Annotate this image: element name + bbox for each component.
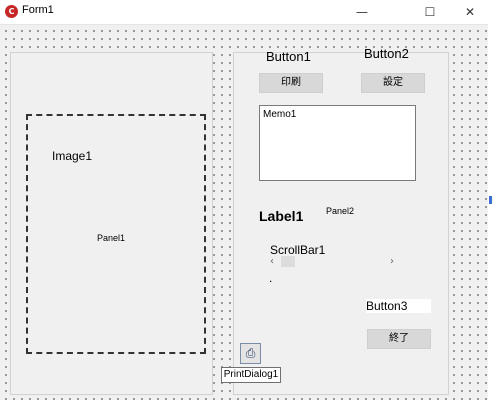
printer-icon[interactable]: ⎙ xyxy=(240,343,261,364)
scroll-thumb[interactable] xyxy=(281,256,295,267)
button1-caption: Button1 xyxy=(266,49,311,64)
panel1-caption: Panel1 xyxy=(97,233,126,243)
title-bar: C Form1 — ☐ ✕ xyxy=(0,0,488,25)
window-title: Form1 xyxy=(22,4,54,16)
window-edge xyxy=(488,0,493,400)
scrollbar1[interactable]: ‹ › xyxy=(268,255,405,268)
panel2-caption: Panel2 xyxy=(326,206,355,216)
minimize-button[interactable]: — xyxy=(344,0,380,24)
button3-caption: Button3 xyxy=(366,299,432,313)
maximize-button[interactable]: ☐ xyxy=(412,0,448,24)
dot-label: . xyxy=(269,271,273,285)
button2-caption: Button2 xyxy=(364,46,409,61)
label1: Label1 xyxy=(259,208,304,224)
scroll-left-arrow[interactable]: ‹ xyxy=(270,255,274,268)
selection-marker xyxy=(489,196,492,204)
print-dialog-caption: PrintDialog1 xyxy=(221,367,281,383)
image1-caption: Image1 xyxy=(52,149,93,163)
print-button[interactable]: 印刷 xyxy=(259,73,323,93)
scroll-right-arrow[interactable]: › xyxy=(390,255,394,268)
app-icon: C xyxy=(5,5,18,18)
form-client-area: Image1 Panel1 Button1 印刷 Button2 設定 Memo… xyxy=(0,25,488,400)
close-button[interactable]: ✕ xyxy=(452,0,488,24)
memo1-textarea[interactable]: Memo1 xyxy=(259,105,416,181)
exit-button[interactable]: 終了 xyxy=(367,329,431,349)
settings-button[interactable]: 設定 xyxy=(361,73,425,93)
panel1[interactable]: Image1 Panel1 xyxy=(10,52,213,395)
